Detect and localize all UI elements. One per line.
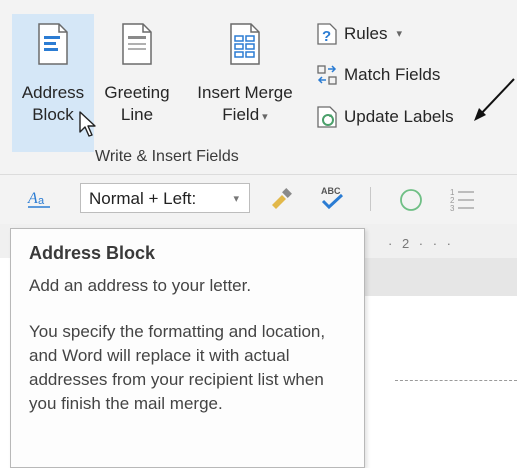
format-toolbar: A a Normal + Left: ▾ ABC 1 2 3 bbox=[0, 174, 517, 225]
format-painter-icon[interactable] bbox=[268, 187, 294, 211]
chevron-down-icon: ▾ bbox=[233, 193, 239, 205]
mouse-cursor-icon bbox=[79, 111, 96, 137]
numbered-list-icon[interactable]: 1 2 3 bbox=[448, 185, 476, 213]
address-block-icon bbox=[38, 23, 68, 65]
insert-merge-field-label-line1: Insert Merge bbox=[197, 83, 293, 102]
svg-text:?: ? bbox=[322, 28, 331, 45]
greeting-line-button[interactable]: Greeting Line bbox=[94, 14, 180, 152]
annotation-arrow-icon bbox=[474, 78, 515, 121]
rules-label: Rules bbox=[344, 24, 388, 43]
document-divider-line bbox=[395, 380, 517, 382]
update-labels-icon bbox=[317, 106, 337, 128]
chevron-down-icon: ▾ bbox=[262, 111, 268, 123]
style-select[interactable]: Normal + Left: ▾ bbox=[80, 183, 250, 213]
update-labels-button[interactable]: Update Labels bbox=[316, 103, 454, 131]
toolbar-divider bbox=[370, 187, 371, 211]
tooltip-summary: Add an address to your letter. bbox=[29, 276, 252, 295]
insert-merge-field-label-text: Field bbox=[222, 105, 260, 124]
greeting-line-label-line1: Greeting bbox=[104, 83, 170, 102]
address-block-tooltip: Address Block Add an address to your let… bbox=[10, 228, 365, 468]
ruler-markings: · 2 · · · bbox=[388, 236, 454, 251]
match-fields-label: Match Fields bbox=[344, 65, 441, 84]
chevron-down-icon: ▾ bbox=[396, 28, 402, 40]
insert-merge-field-button[interactable]: Insert Merge Field ▾ bbox=[184, 14, 306, 152]
ribbon: Address Block Greeting Line Insert Merge… bbox=[0, 0, 517, 174]
update-labels-label: Update Labels bbox=[344, 107, 454, 126]
circle-shape-icon[interactable] bbox=[398, 187, 424, 213]
greeting-line-icon bbox=[122, 23, 152, 65]
match-fields-icon bbox=[317, 65, 337, 85]
rules-icon: ? bbox=[317, 23, 337, 45]
group-label-write-insert-fields: Write & Insert Fields bbox=[95, 148, 239, 165]
rules-button[interactable]: ? Rules ▾ bbox=[316, 20, 402, 48]
match-fields-button[interactable]: Match Fields bbox=[316, 61, 440, 89]
insert-merge-field-label-line2: Field ▾ bbox=[184, 104, 306, 128]
svg-text:3: 3 bbox=[450, 204, 455, 213]
greeting-line-label-line2: Line bbox=[120, 105, 154, 124]
insert-merge-field-icon bbox=[230, 23, 260, 65]
svg-text:A: A bbox=[27, 190, 38, 207]
style-select-value: Normal + Left: bbox=[89, 189, 197, 208]
address-block-label-line1: Address bbox=[21, 83, 85, 102]
tooltip-body: You specify the formatting and location,… bbox=[29, 322, 326, 413]
styles-icon[interactable]: A a bbox=[26, 187, 52, 211]
svg-text:ABC: ABC bbox=[321, 186, 341, 196]
tooltip-title: Address Block bbox=[29, 243, 156, 263]
svg-text:a: a bbox=[38, 195, 45, 207]
spelling-check-icon[interactable]: ABC bbox=[318, 183, 346, 213]
